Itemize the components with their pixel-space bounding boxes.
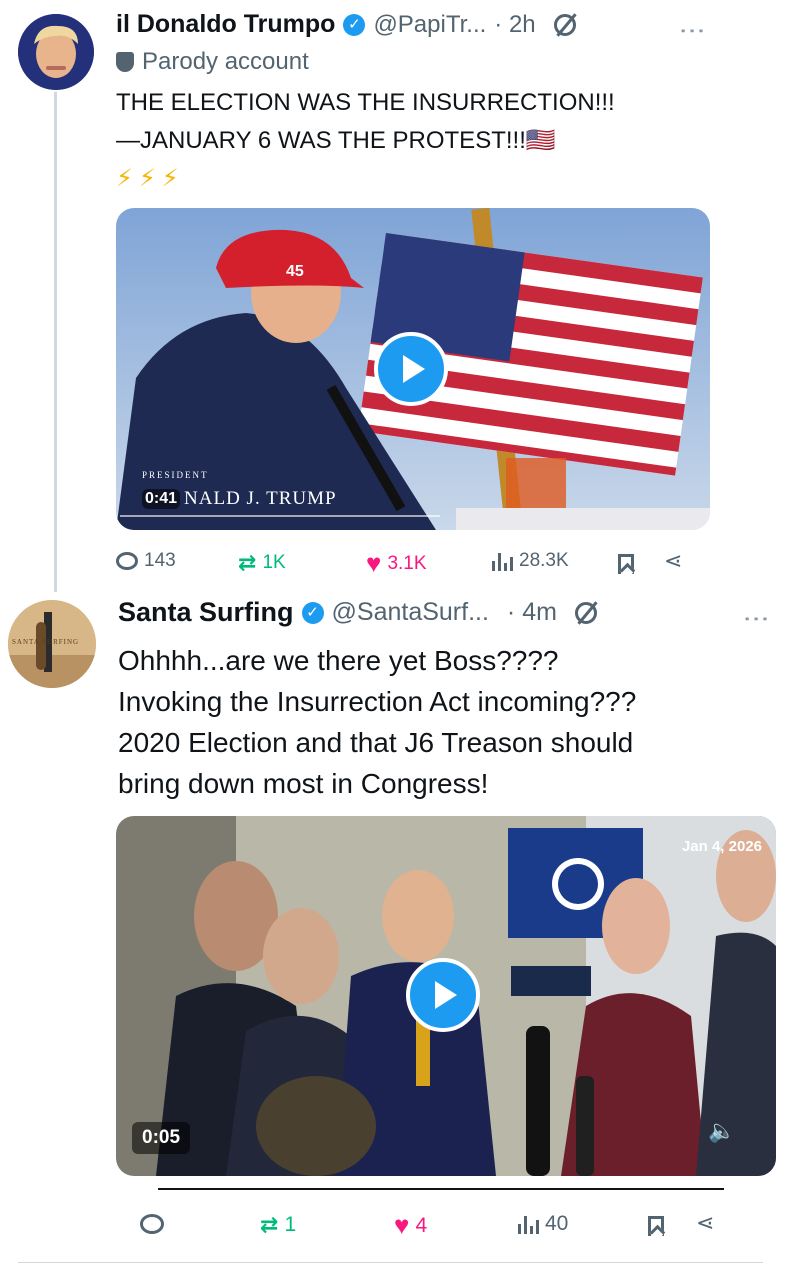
bookmark-icon[interactable]	[648, 1216, 664, 1236]
display-name[interactable]: il Donaldo Trumpo	[116, 10, 335, 39]
repost-icon: ⇄	[260, 1212, 279, 1237]
video-caption: 0:41 NALD J. TRUMP	[142, 488, 337, 510]
grok-icon[interactable]	[553, 13, 576, 36]
divider	[158, 1188, 724, 1190]
video-progress[interactable]	[120, 515, 440, 517]
tweet-1-text: THE ELECTION WAS THE INSURRECTION!!! —JA…	[116, 89, 615, 192]
cap-text: 45	[286, 263, 304, 280]
views-icon	[518, 1214, 539, 1234]
views-button[interactable]: 28.3K	[492, 550, 569, 572]
repost-button[interactable]: ⇄ 1K	[238, 550, 286, 576]
handle[interactable]: @SantaSurf...	[332, 598, 489, 627]
avatar-text: SANTA SURFING	[12, 638, 80, 646]
more-icon[interactable]: ⋮	[742, 606, 772, 632]
more-icon[interactable]: ⋮	[678, 18, 708, 44]
verified-icon: ✓	[343, 13, 366, 36]
thread-line	[54, 92, 57, 592]
bookmark-icon[interactable]	[618, 554, 634, 574]
video-duration: 0:05	[132, 1122, 191, 1154]
handle[interactable]: @PapiTr...	[373, 11, 486, 39]
parody-icon	[116, 52, 134, 72]
share-icon[interactable]: ⋖	[696, 1210, 714, 1236]
timestamp[interactable]: · 2h	[494, 11, 535, 39]
share-icon[interactable]: ⋖	[664, 548, 682, 574]
video-player[interactable]: 45 PRESIDENT 0:41 NALD J. TRUMP	[116, 208, 710, 530]
play-icon[interactable]	[374, 332, 448, 406]
tweet-1-header: il Donaldo Trumpo ✓ @PapiTr... · 2h	[116, 10, 576, 39]
video-player[interactable]: Jan 4, 2026 0:05 🔈	[116, 816, 776, 1176]
reply-icon	[140, 1214, 164, 1234]
reply-button[interactable]	[140, 1214, 170, 1234]
like-icon: ♥	[394, 1210, 410, 1240]
like-icon: ♥	[366, 548, 382, 578]
video-date-stamp: Jan 4, 2026	[681, 838, 762, 855]
reply-button[interactable]: 143	[116, 550, 176, 572]
display-name[interactable]: Santa Surfing	[118, 597, 294, 628]
play-icon[interactable]	[406, 958, 480, 1032]
reply-icon	[116, 552, 138, 570]
video-caption-small: PRESIDENT	[142, 470, 209, 480]
avatar-santa-surfing[interactable]: SANTA SURFING	[8, 600, 96, 688]
repost-button[interactable]: ⇄ 1	[260, 1212, 296, 1238]
views-button[interactable]: 40	[518, 1212, 568, 1236]
mute-icon[interactable]: 🔈	[708, 1118, 735, 1144]
parody-label: Parody account	[116, 48, 309, 76]
video-duration: 0:41	[142, 489, 181, 509]
tweet-2-text: Ohhhh...are we there yet Boss???? Invoki…	[118, 645, 637, 799]
views-icon	[492, 551, 513, 571]
repost-icon: ⇄	[238, 550, 257, 575]
verified-icon: ✓	[301, 601, 324, 624]
tweet-1-actions: 143 ⇄ 1K ♥ 3.1K 28.3K ⋖	[116, 548, 706, 579]
tweet-2-header: Santa Surfing ✓ @SantaSurf... · 4m	[118, 597, 597, 628]
bottom-divider	[18, 1262, 763, 1263]
grok-icon[interactable]	[574, 601, 597, 624]
timestamp[interactable]: · 4m	[507, 598, 557, 627]
like-button[interactable]: ♥ 3.1K	[366, 548, 427, 579]
tweet-2-actions: ⇄ 1 ♥ 4 40 ⋖	[140, 1210, 730, 1242]
avatar-trumpo[interactable]	[18, 14, 94, 90]
like-button[interactable]: ♥ 4	[394, 1210, 427, 1241]
